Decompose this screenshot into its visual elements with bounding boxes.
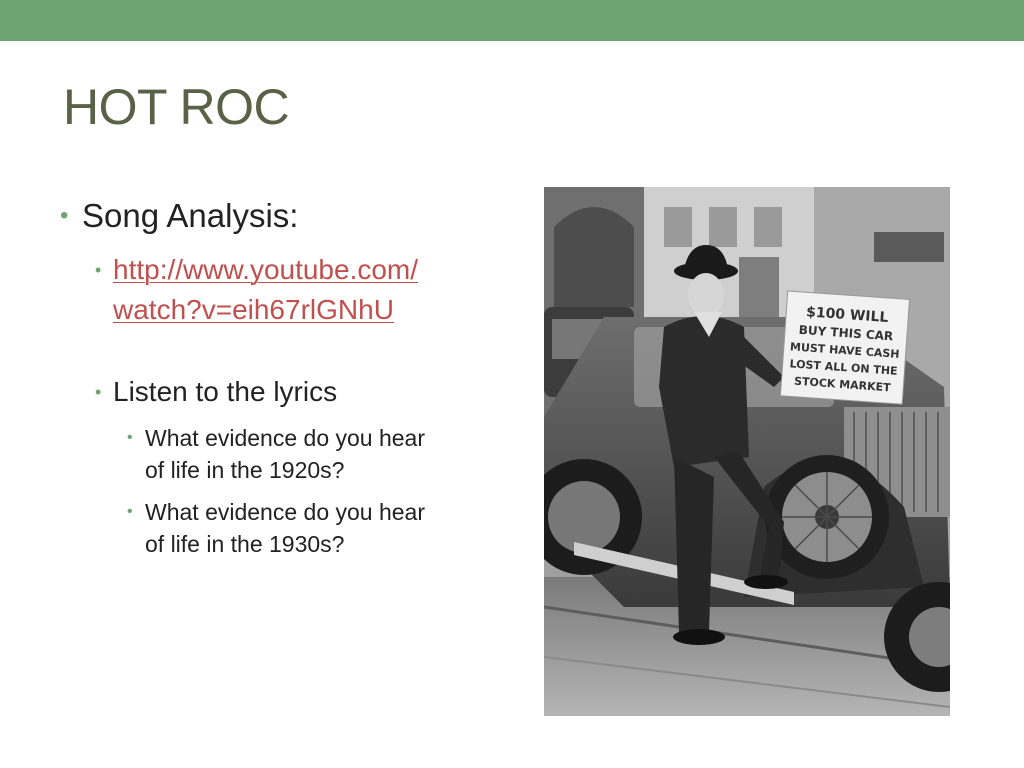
bullet-dot-icon: • <box>60 202 69 229</box>
youtube-link[interactable]: http://www.youtube.com/ watch?v=eih67rlG… <box>113 254 418 325</box>
bullet-youtube-link: • http://www.youtube.com/ watch?v=eih67r… <box>60 250 500 330</box>
bullet-text: Song Analysis: <box>82 197 299 234</box>
slide-title: HOT ROC <box>63 79 290 135</box>
bullet-text-line-2: of life in the 1930s? <box>145 531 345 557</box>
bullet-question-1920s: • What evidence do you hear of life in t… <box>60 422 500 486</box>
bullet-text-line-1: What evidence do you hear <box>145 425 426 451</box>
bullet-question-1930s: • What evidence do you hear of life in t… <box>60 496 500 560</box>
bullet-text-line-1: What evidence do you hear <box>145 499 426 525</box>
slide-body: • Song Analysis: • http://www.youtube.co… <box>60 196 500 560</box>
bullet-dot-icon: • <box>127 503 133 520</box>
bullet-text-line-2: of life in the 1920s? <box>145 457 345 483</box>
bullet-text: Listen to the lyrics <box>113 376 338 407</box>
bullet-song-analysis: • Song Analysis: <box>60 196 500 236</box>
bullet-dot-icon: • <box>127 429 133 446</box>
photo-man-selling-car: $100 WILL BUY THIS CAR MUST HAVE CASH LO… <box>544 187 950 716</box>
bullet-dot-icon: • <box>95 260 102 280</box>
bullet-dot-icon: • <box>95 382 102 402</box>
bullet-listen: • Listen to the lyrics <box>60 372 500 412</box>
link-line-1[interactable]: http://www.youtube.com/ <box>113 254 418 285</box>
link-line-2[interactable]: watch?v=eih67rlGNhU <box>113 294 394 325</box>
top-accent-bar <box>0 0 1024 41</box>
